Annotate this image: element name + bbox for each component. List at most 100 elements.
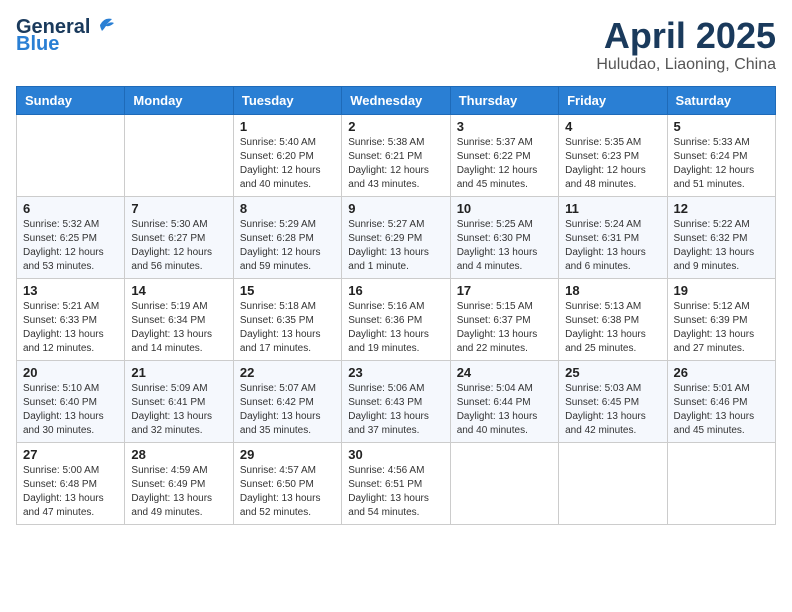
day-number: 23 — [348, 365, 443, 380]
day-info: Sunrise: 5:03 AMSunset: 6:45 PMDaylight:… — [565, 382, 660, 438]
day-number: 15 — [240, 283, 335, 298]
day-number: 3 — [457, 119, 552, 134]
calendar-day-cell: 17 Sunrise: 5:15 AMSunset: 6:37 PMDayligh… — [450, 278, 558, 360]
calendar-location: Huludao, Liaoning, China — [596, 56, 776, 74]
day-info: Sunrise: 4:56 AMSunset: 6:51 PMDaylight:… — [348, 464, 443, 520]
calendar-day-cell — [125, 114, 233, 196]
calendar-day-cell: 24 Sunrise: 5:04 AMSunset: 6:44 PMDayligh… — [450, 360, 558, 442]
day-info: Sunrise: 5:40 AMSunset: 6:20 PMDaylight:… — [240, 136, 335, 192]
day-number: 25 — [565, 365, 660, 380]
day-number: 20 — [23, 365, 118, 380]
calendar-day-cell: 25 Sunrise: 5:03 AMSunset: 6:45 PMDayligh… — [559, 360, 667, 442]
day-info: Sunrise: 5:01 AMSunset: 6:46 PMDaylight:… — [674, 382, 769, 438]
calendar-day-cell: 29 Sunrise: 4:57 AMSunset: 6:50 PMDayligh… — [233, 442, 341, 524]
day-number: 11 — [565, 201, 660, 216]
day-number: 9 — [348, 201, 443, 216]
weekday-header: Friday — [559, 86, 667, 114]
logo-blue: Blue — [16, 33, 59, 56]
day-number: 2 — [348, 119, 443, 134]
calendar-day-cell: 27Sunrise: 5:00 AMSunset: 6:48 PMDayligh… — [17, 442, 125, 524]
calendar-day-cell — [667, 442, 775, 524]
calendar-day-cell: 23Sunrise: 5:06 AMSunset: 6:43 PMDayligh… — [342, 360, 450, 442]
calendar-day-cell: 3 Sunrise: 5:37 AMSunset: 6:22 PMDaylight… — [450, 114, 558, 196]
calendar-header-row: SundayMondayTuesdayWednesdayThursdayFrid… — [17, 86, 776, 114]
weekday-header: Wednesday — [342, 86, 450, 114]
day-number: 6 — [23, 201, 118, 216]
calendar-day-cell: 18 Sunrise: 5:13 AMSunset: 6:38 PMDayligh… — [559, 278, 667, 360]
calendar-day-cell: 2 Sunrise: 5:38 AMSunset: 6:21 PMDaylight… — [342, 114, 450, 196]
day-number: 1 — [240, 119, 335, 134]
calendar-day-cell: 6 Sunrise: 5:32 AMSunset: 6:25 PMDaylight… — [17, 196, 125, 278]
calendar-day-cell: 1 Sunrise: 5:40 AMSunset: 6:20 PMDaylight… — [233, 114, 341, 196]
day-number: 5 — [674, 119, 769, 134]
day-number: 19 — [674, 283, 769, 298]
weekday-header: Tuesday — [233, 86, 341, 114]
day-number: 17 — [457, 283, 552, 298]
calendar-day-cell — [559, 442, 667, 524]
day-number: 16 — [348, 283, 443, 298]
calendar-week-row: 13Sunrise: 5:21 AMSunset: 6:33 PMDayligh… — [17, 278, 776, 360]
day-number: 7 — [131, 201, 226, 216]
calendar-day-cell: 15Sunrise: 5:18 AMSunset: 6:35 PMDayligh… — [233, 278, 341, 360]
day-info: Sunrise: 5:33 AMSunset: 6:24 PMDaylight:… — [674, 136, 769, 192]
day-info: Sunrise: 4:57 AMSunset: 6:50 PMDaylight:… — [240, 464, 335, 520]
day-info: Sunrise: 5:37 AMSunset: 6:22 PMDaylight:… — [457, 136, 552, 192]
day-info: Sunrise: 5:22 AMSunset: 6:32 PMDaylight:… — [674, 218, 769, 274]
day-number: 29 — [240, 447, 335, 462]
calendar-day-cell: 16 Sunrise: 5:16 AMSunset: 6:36 PMDayligh… — [342, 278, 450, 360]
calendar-day-cell: 13Sunrise: 5:21 AMSunset: 6:33 PMDayligh… — [17, 278, 125, 360]
calendar-day-cell: 7 Sunrise: 5:30 AMSunset: 6:27 PMDaylight… — [125, 196, 233, 278]
day-info: Sunrise: 5:24 AMSunset: 6:31 PMDaylight:… — [565, 218, 660, 274]
day-info: Sunrise: 5:12 AMSunset: 6:39 PMDaylight:… — [674, 300, 769, 356]
day-info: Sunrise: 5:13 AMSunset: 6:38 PMDaylight:… — [565, 300, 660, 356]
day-info: Sunrise: 5:29 AMSunset: 6:28 PMDaylight:… — [240, 218, 335, 274]
day-number: 22 — [240, 365, 335, 380]
calendar-day-cell: 30Sunrise: 4:56 AMSunset: 6:51 PMDayligh… — [342, 442, 450, 524]
day-number: 28 — [131, 447, 226, 462]
day-info: Sunrise: 5:04 AMSunset: 6:44 PMDaylight:… — [457, 382, 552, 438]
calendar-table: SundayMondayTuesdayWednesdayThursdayFrid… — [16, 86, 776, 525]
day-info: Sunrise: 5:35 AMSunset: 6:23 PMDaylight:… — [565, 136, 660, 192]
calendar-day-cell: 14Sunrise: 5:19 AMSunset: 6:34 PMDayligh… — [125, 278, 233, 360]
day-number: 10 — [457, 201, 552, 216]
logo: General Blue — [16, 16, 118, 56]
weekday-header: Saturday — [667, 86, 775, 114]
day-info: Sunrise: 5:25 AMSunset: 6:30 PMDaylight:… — [457, 218, 552, 274]
day-info: Sunrise: 5:32 AMSunset: 6:25 PMDaylight:… — [23, 218, 118, 274]
calendar-day-cell: 19 Sunrise: 5:12 AMSunset: 6:39 PMDayligh… — [667, 278, 775, 360]
title-block: April 2025 Huludao, Liaoning, China — [596, 16, 776, 74]
calendar-day-cell — [17, 114, 125, 196]
page-header: General Blue April 2025 Huludao, Liaonin… — [16, 16, 776, 74]
calendar-day-cell: 4Sunrise: 5:35 AMSunset: 6:23 PMDaylight… — [559, 114, 667, 196]
day-info: Sunrise: 5:27 AMSunset: 6:29 PMDaylight:… — [348, 218, 443, 274]
calendar-week-row: 20 Sunrise: 5:10 AMSunset: 6:40 PMDayligh… — [17, 360, 776, 442]
calendar-day-cell: 9 Sunrise: 5:27 AMSunset: 6:29 PMDaylight… — [342, 196, 450, 278]
day-number: 26 — [674, 365, 769, 380]
calendar-day-cell — [450, 442, 558, 524]
calendar-day-cell: 11 Sunrise: 5:24 AMSunset: 6:31 PMDayligh… — [559, 196, 667, 278]
day-info: Sunrise: 5:38 AMSunset: 6:21 PMDaylight:… — [348, 136, 443, 192]
day-info: Sunrise: 5:19 AMSunset: 6:34 PMDaylight:… — [131, 300, 226, 356]
day-number: 18 — [565, 283, 660, 298]
calendar-day-cell: 20 Sunrise: 5:10 AMSunset: 6:40 PMDayligh… — [17, 360, 125, 442]
day-number: 24 — [457, 365, 552, 380]
calendar-day-cell: 26 Sunrise: 5:01 AMSunset: 6:46 PMDayligh… — [667, 360, 775, 442]
calendar-day-cell: 5 Sunrise: 5:33 AMSunset: 6:24 PMDaylight… — [667, 114, 775, 196]
calendar-week-row: 1 Sunrise: 5:40 AMSunset: 6:20 PMDaylight… — [17, 114, 776, 196]
calendar-day-cell: 28 Sunrise: 4:59 AMSunset: 6:49 PMDayligh… — [125, 442, 233, 524]
day-info: Sunrise: 5:09 AMSunset: 6:41 PMDaylight:… — [131, 382, 226, 438]
day-info: Sunrise: 5:15 AMSunset: 6:37 PMDaylight:… — [457, 300, 552, 356]
calendar-day-cell: 22 Sunrise: 5:07 AMSunset: 6:42 PMDayligh… — [233, 360, 341, 442]
day-number: 27 — [23, 447, 118, 462]
day-info: Sunrise: 5:10 AMSunset: 6:40 PMDaylight:… — [23, 382, 118, 438]
calendar-title: April 2025 — [596, 16, 776, 56]
day-info: Sunrise: 5:16 AMSunset: 6:36 PMDaylight:… — [348, 300, 443, 356]
day-info: Sunrise: 5:07 AMSunset: 6:42 PMDaylight:… — [240, 382, 335, 438]
day-info: Sunrise: 4:59 AMSunset: 6:49 PMDaylight:… — [131, 464, 226, 520]
weekday-header: Monday — [125, 86, 233, 114]
calendar-week-row: 6 Sunrise: 5:32 AMSunset: 6:25 PMDaylight… — [17, 196, 776, 278]
day-number: 12 — [674, 201, 769, 216]
logo-bird-icon — [92, 15, 118, 35]
day-info: Sunrise: 5:30 AMSunset: 6:27 PMDaylight:… — [131, 218, 226, 274]
weekday-header: Thursday — [450, 86, 558, 114]
